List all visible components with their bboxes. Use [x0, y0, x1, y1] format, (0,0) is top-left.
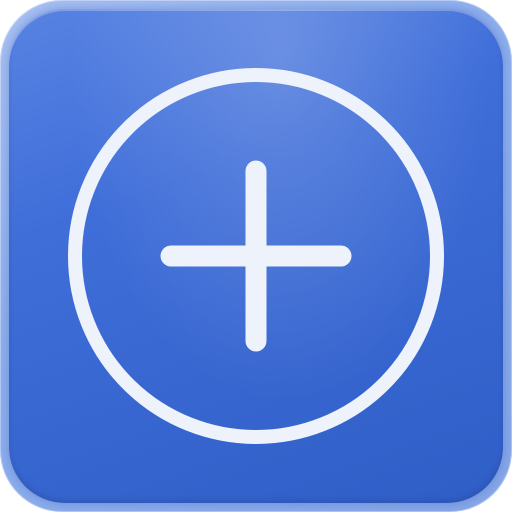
- canvas: [0, 0, 512, 512]
- plus-circle-icon: [68, 68, 444, 444]
